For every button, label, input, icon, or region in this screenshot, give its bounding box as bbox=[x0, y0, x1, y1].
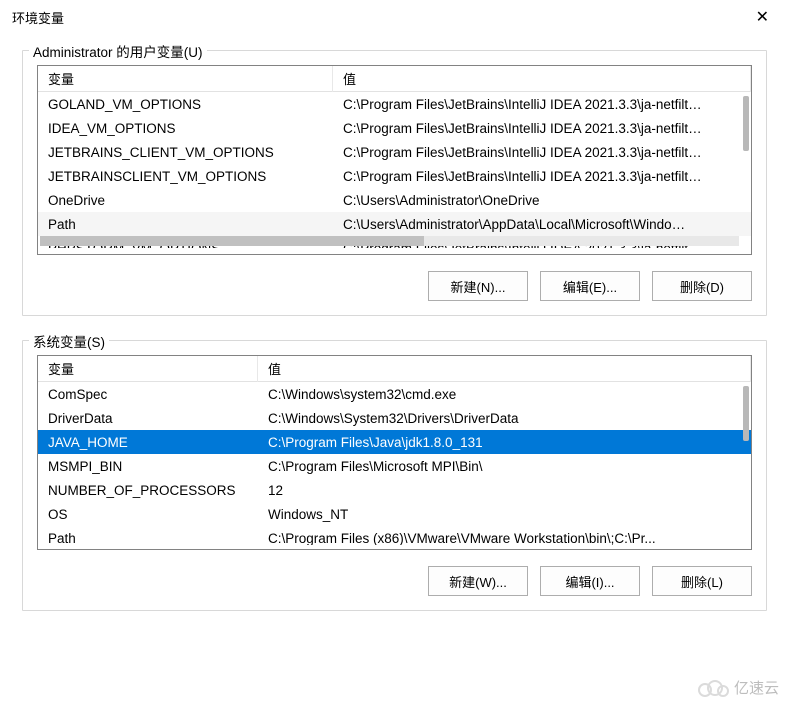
var-name: ComSpec bbox=[38, 385, 258, 404]
var-value: C:\Windows\system32\cmd.exe bbox=[258, 385, 751, 404]
content-area: Administrator 的用户变量(U) 变量 值 GOLAND_VM_OP… bbox=[0, 30, 789, 611]
var-value: Windows_NT bbox=[258, 505, 751, 524]
var-value: C:\Program Files\JetBrains\IntelliJ IDEA… bbox=[333, 95, 751, 114]
table-row[interactable]: OS Windows_NT bbox=[38, 502, 751, 526]
var-value: C:\Program Files (x86)\VMware\VMware Wor… bbox=[258, 529, 751, 546]
var-value: C:\Program Files\Java\jdk1.8.0_131 bbox=[258, 433, 751, 452]
user-list-header: 变量 值 bbox=[38, 66, 751, 92]
var-name: JETBRAINSCLIENT_VM_OPTIONS bbox=[38, 167, 333, 186]
user-variables-list[interactable]: 变量 值 GOLAND_VM_OPTIONS C:\Program Files\… bbox=[37, 65, 752, 255]
system-variables-label: 系统变量(S) bbox=[29, 331, 109, 351]
system-list-header: 变量 值 bbox=[38, 356, 751, 382]
var-name: OS bbox=[38, 505, 258, 524]
table-row[interactable]: GOLAND_VM_OPTIONS C:\Program Files\JetBr… bbox=[38, 92, 751, 116]
var-value: C:\Windows\System32\Drivers\DriverData bbox=[258, 409, 751, 428]
var-name: MSMPI_BIN bbox=[38, 457, 258, 476]
var-name: DriverData bbox=[38, 409, 258, 428]
column-header-variable[interactable]: 变量 bbox=[38, 355, 258, 382]
watermark-text: 亿速云 bbox=[734, 677, 779, 698]
table-row[interactable]: JETBRAINS_CLIENT_VM_OPTIONS C:\Program F… bbox=[38, 140, 751, 164]
var-value: C:\Users\Administrator\OneDrive bbox=[333, 191, 751, 210]
user-list-body[interactable]: GOLAND_VM_OPTIONS C:\Program Files\JetBr… bbox=[38, 92, 751, 248]
edit-user-var-button[interactable]: 编辑(E)... bbox=[540, 271, 640, 301]
delete-system-var-button[interactable]: 删除(L) bbox=[652, 566, 752, 596]
var-value: C:\Users\Administrator\AppData\Local\Mic… bbox=[333, 215, 751, 234]
table-row[interactable]: JAVA_HOME C:\Program Files\Java\jdk1.8.0… bbox=[38, 430, 751, 454]
table-row[interactable]: Path C:\Users\Administrator\AppData\Loca… bbox=[38, 212, 751, 236]
var-value: C:\Program Files\Microsoft MPI\Bin\ bbox=[258, 457, 751, 476]
system-button-row: 新建(W)... 编辑(I)... 删除(L) bbox=[37, 566, 752, 596]
var-name: Path bbox=[38, 529, 258, 546]
system-list-body[interactable]: ComSpec C:\Windows\system32\cmd.exe Driv… bbox=[38, 382, 751, 545]
scrollbar-thumb[interactable] bbox=[40, 236, 424, 246]
system-variables-group: 系统变量(S) 变量 值 ComSpec C:\Windows\system32… bbox=[22, 340, 767, 611]
column-header-variable[interactable]: 变量 bbox=[38, 65, 333, 92]
user-button-row: 新建(N)... 编辑(E)... 删除(D) bbox=[37, 271, 752, 301]
column-header-value[interactable]: 值 bbox=[258, 355, 751, 382]
edit-system-var-button[interactable]: 编辑(I)... bbox=[540, 566, 640, 596]
vertical-scrollbar[interactable] bbox=[743, 96, 749, 151]
var-name: Path bbox=[38, 215, 333, 234]
table-row[interactable]: DriverData C:\Windows\System32\Drivers\D… bbox=[38, 406, 751, 430]
table-row[interactable]: IDEA_VM_OPTIONS C:\Program Files\JetBrai… bbox=[38, 116, 751, 140]
table-row[interactable]: OneDrive C:\Users\Administrator\OneDrive bbox=[38, 188, 751, 212]
delete-user-var-button[interactable]: 删除(D) bbox=[652, 271, 752, 301]
column-header-value[interactable]: 值 bbox=[333, 65, 751, 92]
new-user-var-button[interactable]: 新建(N)... bbox=[428, 271, 528, 301]
var-name: NUMBER_OF_PROCESSORS bbox=[38, 481, 258, 500]
system-variables-list[interactable]: 变量 值 ComSpec C:\Windows\system32\cmd.exe… bbox=[37, 355, 752, 550]
var-value: C:\Program Files\JetBrains\IntelliJ IDEA… bbox=[333, 143, 751, 162]
var-name: GOLAND_VM_OPTIONS bbox=[38, 95, 333, 114]
table-row[interactable]: ComSpec C:\Windows\system32\cmd.exe bbox=[38, 382, 751, 406]
cloud-icon bbox=[696, 678, 730, 698]
var-name: JETBRAINS_CLIENT_VM_OPTIONS bbox=[38, 143, 333, 162]
table-row[interactable]: JETBRAINSCLIENT_VM_OPTIONS C:\Program Fi… bbox=[38, 164, 751, 188]
user-variables-group: Administrator 的用户变量(U) 变量 值 GOLAND_VM_OP… bbox=[22, 50, 767, 316]
var-name: IDEA_VM_OPTIONS bbox=[38, 119, 333, 138]
var-value: 12 bbox=[258, 481, 751, 500]
var-value: C:\Program Files\JetBrains\IntelliJ IDEA… bbox=[333, 119, 751, 138]
var-name: JAVA_HOME bbox=[38, 433, 258, 452]
window-title: 环境变量 bbox=[12, 8, 64, 27]
watermark: 亿速云 bbox=[696, 677, 779, 698]
table-row[interactable]: MSMPI_BIN C:\Program Files\Microsoft MPI… bbox=[38, 454, 751, 478]
vertical-scrollbar[interactable] bbox=[743, 386, 749, 441]
horizontal-scrollbar[interactable] bbox=[40, 236, 739, 246]
titlebar: 环境变量 ✕ bbox=[0, 0, 789, 30]
new-system-var-button[interactable]: 新建(W)... bbox=[428, 566, 528, 596]
var-value: C:\Program Files\JetBrains\IntelliJ IDEA… bbox=[333, 167, 751, 186]
close-icon[interactable]: ✕ bbox=[746, 7, 779, 27]
table-row[interactable]: NUMBER_OF_PROCESSORS 12 bbox=[38, 478, 751, 502]
user-variables-label: Administrator 的用户变量(U) bbox=[29, 41, 207, 61]
var-name: OneDrive bbox=[38, 191, 333, 210]
table-row[interactable]: Path C:\Program Files (x86)\VMware\VMwar… bbox=[38, 526, 751, 545]
